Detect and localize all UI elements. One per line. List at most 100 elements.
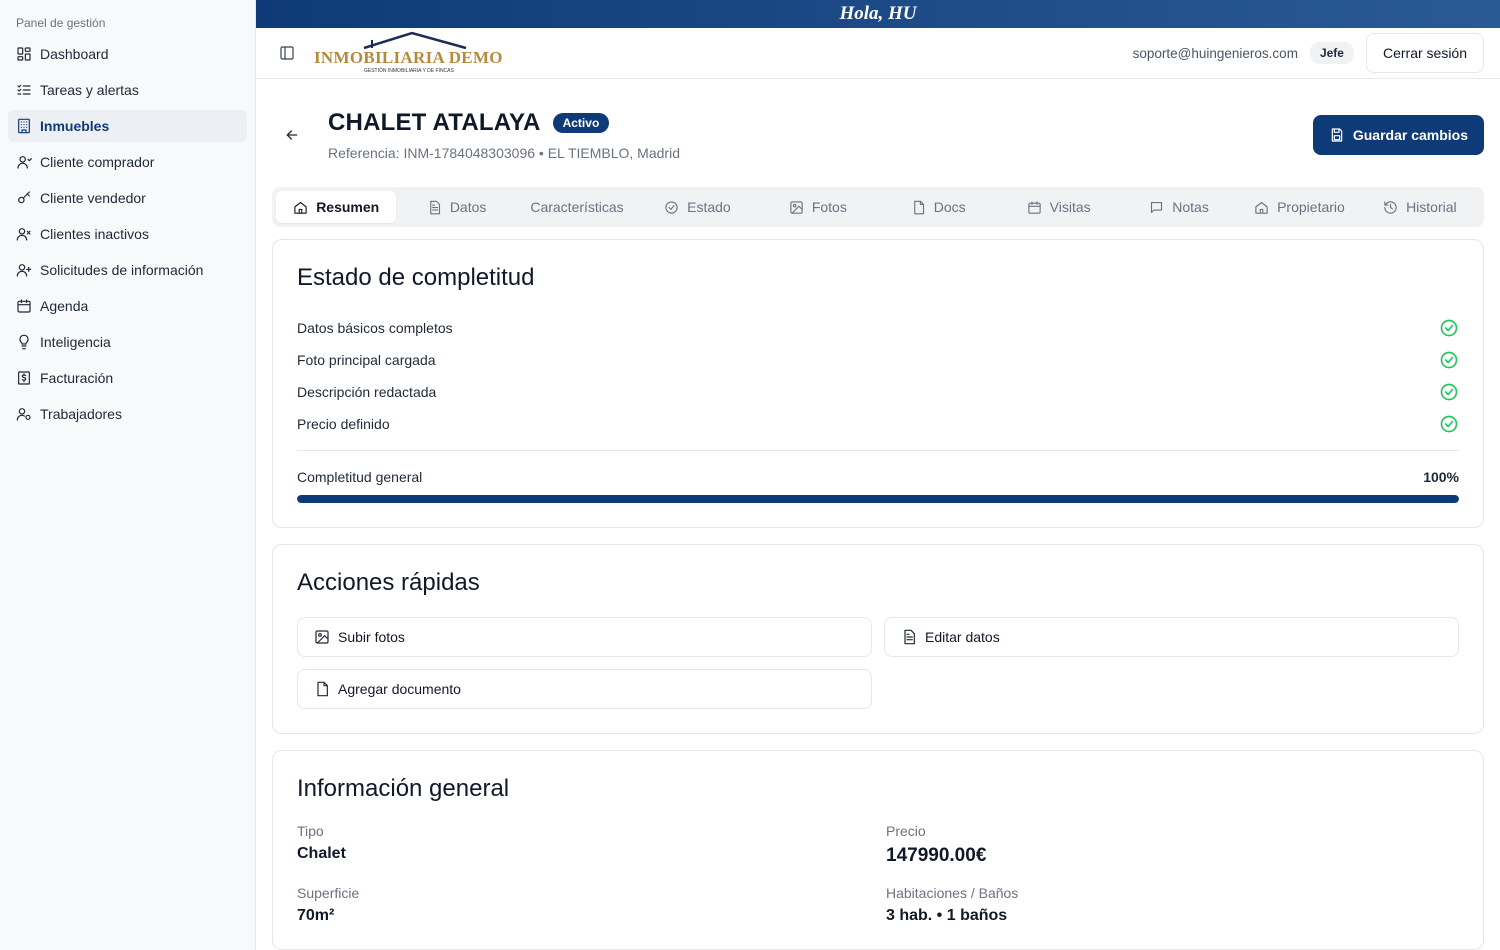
sidebar-toggle-icon[interactable]	[278, 44, 296, 62]
logout-button[interactable]: Cerrar sesión	[1365, 33, 1484, 73]
message-square-icon	[1151, 201, 1163, 213]
home-icon	[1255, 201, 1268, 214]
file-text-icon	[430, 200, 440, 214]
layout-grid-icon	[16, 46, 32, 62]
info-label: Superficie	[297, 885, 360, 901]
sidebar-item-inactive-clients[interactable]: Clientes inactivos	[8, 218, 247, 250]
edit-data-button[interactable]: Editar datos	[884, 617, 1459, 657]
info-value: 147990.00€	[886, 845, 987, 866]
tab-status[interactable]: Estado	[637, 191, 757, 223]
sidebar-item-dashboard[interactable]: Dashboard	[8, 38, 247, 70]
image-icon	[315, 630, 329, 644]
file-icon	[913, 200, 924, 214]
add-document-button[interactable]: Agregar documento	[297, 669, 872, 709]
sidebar-item-label: Cliente vendedor	[40, 190, 146, 206]
sidebar-item-label: Cliente comprador	[40, 154, 155, 170]
logo-main-text: INMOBILIARIA DEMO	[314, 48, 503, 67]
sidebar-item-intelligence[interactable]: Inteligencia	[8, 326, 247, 358]
checklist-label: Datos básicos completos	[297, 320, 453, 336]
tab-features[interactable]: Características	[517, 191, 637, 223]
property-tabs: Resumen Datos Características Estado Fot…	[272, 187, 1484, 227]
tab-label: Datos	[449, 199, 487, 215]
tab-label: Estado	[687, 199, 731, 215]
tab-visits[interactable]: Visitas	[998, 191, 1118, 223]
greeting-text: Hola, HU	[839, 3, 917, 24]
image-icon	[790, 200, 803, 214]
tab-history[interactable]: Historial	[1360, 191, 1480, 223]
info-label: Tipo	[297, 823, 324, 839]
sidebar-item-seller-client[interactable]: Cliente vendedor	[8, 182, 247, 214]
calendar-icon	[1027, 200, 1041, 214]
sidebar-item-label: Agenda	[40, 298, 89, 314]
save-button[interactable]: Guardar cambios	[1312, 115, 1484, 155]
property-header: CHALET ATALAYA Activo Referencia: INM-17…	[272, 79, 1484, 187]
user-x-icon	[16, 226, 32, 242]
lightbulb-icon	[16, 334, 32, 350]
back-arrow-icon[interactable]	[272, 115, 312, 155]
main-area: Hola, HU INMOBILIARIA DEMO GESTIÓN INMOB…	[256, 0, 1500, 950]
tab-data[interactable]: Datos	[396, 191, 516, 223]
tab-notes[interactable]: Notas	[1119, 191, 1239, 223]
overall-completeness: Completitud general 100%	[297, 469, 1459, 485]
checklist-label: Foto principal cargada	[297, 352, 436, 368]
sidebar-item-tasks[interactable]: Tareas y alertas	[8, 74, 247, 106]
property-title-row: CHALET ATALAYA Activo	[328, 109, 680, 137]
key-icon	[16, 190, 32, 206]
sidebar-item-properties[interactable]: Inmuebles	[8, 110, 247, 142]
sidebar-item-label: Solicitudes de información	[40, 262, 204, 278]
save-button-label: Guardar cambios	[1352, 127, 1468, 143]
info-area: Superficie 70m²	[297, 885, 870, 925]
card-title: Información general	[297, 775, 510, 802]
tab-label: Resumen	[316, 199, 380, 215]
sidebar-item-label: Tareas y alertas	[40, 82, 139, 98]
action-label: Subir fotos	[338, 629, 405, 645]
checklist-item: Precio definido	[297, 408, 1459, 440]
sidebar-item-agenda[interactable]: Agenda	[8, 290, 247, 322]
sidebar-item-buyer-client[interactable]: Cliente comprador	[8, 146, 247, 178]
sidebar-item-label: Inmuebles	[40, 118, 110, 134]
tab-label: Visitas	[1049, 199, 1091, 215]
action-label: Agregar documento	[338, 681, 461, 697]
tab-label: Docs	[933, 199, 966, 215]
check-circle-icon	[1440, 383, 1458, 401]
file-icon	[317, 681, 328, 697]
card-title: Estado de completitud	[297, 264, 535, 291]
tab-summary[interactable]: Resumen	[276, 191, 397, 223]
sidebar-item-label: Trabajadores	[40, 406, 122, 422]
home-icon	[294, 201, 307, 214]
sidebar-item-billing[interactable]: Facturación	[8, 362, 247, 394]
list-checks-icon	[16, 82, 32, 98]
tab-label: Propietario	[1277, 199, 1345, 215]
sidebar-item-workers[interactable]: Trabajadores	[8, 398, 247, 430]
status-badge: Activo	[552, 113, 610, 133]
actions-grid: Subir fotos Editar datos Agregar documen…	[297, 617, 1459, 709]
user-email: soporte@huingenieros.com	[1132, 45, 1298, 61]
info-type: Tipo Chalet	[297, 823, 870, 867]
divider	[297, 450, 1459, 451]
tab-owner[interactable]: Propietario	[1239, 191, 1359, 223]
info-value: 3 hab. • 1 baños	[886, 907, 1008, 924]
app-root: Panel de gestión Dashboard Tareas y aler…	[0, 0, 1500, 950]
tab-docs[interactable]: Docs	[878, 191, 998, 223]
company-logo: INMOBILIARIA DEMO GESTIÓN INMOBILIARIA Y…	[314, 28, 514, 78]
building-icon	[16, 118, 32, 134]
check-circle-icon	[1440, 319, 1458, 337]
completeness-card: Estado de completitud Datos básicos comp…	[272, 239, 1484, 528]
property-titles: CHALET ATALAYA Activo Referencia: INM-17…	[328, 109, 680, 161]
sidebar-item-info-requests[interactable]: Solicitudes de información	[8, 254, 247, 286]
check-circle-icon	[665, 200, 678, 214]
checklist-item: Foto principal cargada	[297, 344, 1459, 376]
tab-label: Historial	[1406, 199, 1457, 215]
upload-photos-button[interactable]: Subir fotos	[297, 617, 872, 657]
checklist-item: Datos básicos completos	[297, 312, 1459, 344]
receipt-icon	[16, 370, 32, 386]
sidebar-heading: Panel de gestión	[16, 16, 106, 30]
sidebar-item-label: Inteligencia	[40, 334, 111, 350]
tab-photos[interactable]: Fotos	[758, 191, 878, 223]
check-circle-icon	[1440, 351, 1458, 369]
overall-value: 100%	[1423, 469, 1459, 485]
card-title: Acciones rápidas	[297, 569, 480, 596]
save-icon	[1331, 128, 1343, 142]
role-badge: Jefe	[1309, 42, 1354, 64]
sidebar-item-label: Clientes inactivos	[40, 226, 149, 242]
